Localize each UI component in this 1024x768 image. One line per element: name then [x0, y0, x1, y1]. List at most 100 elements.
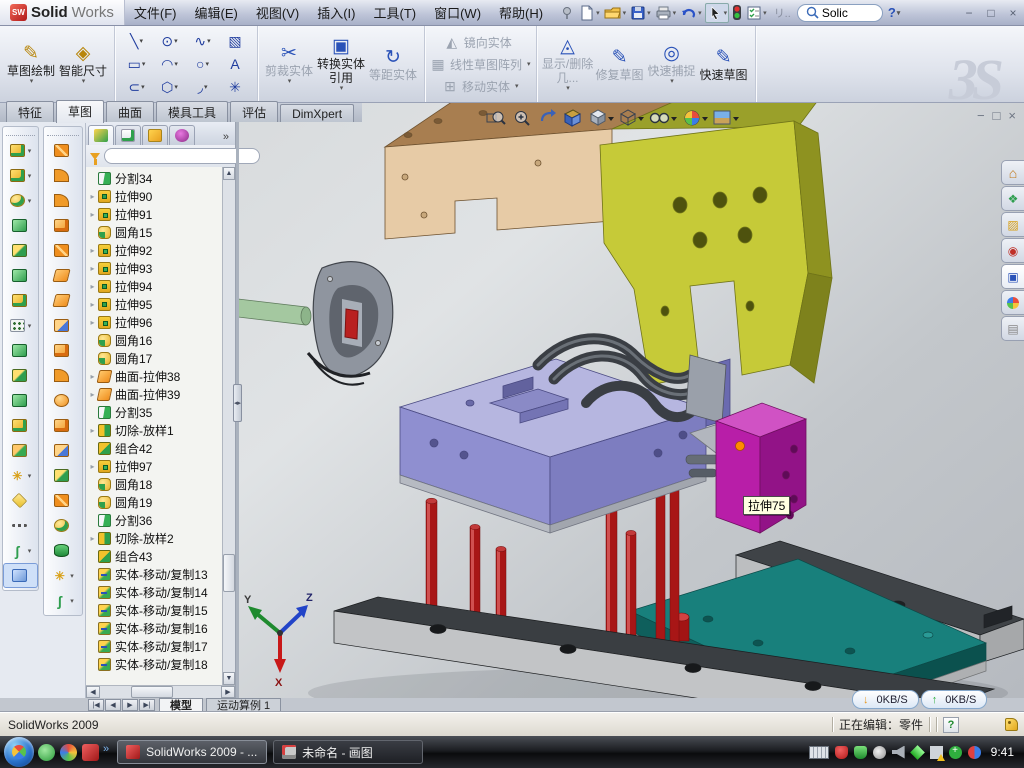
appearances-scenes[interactable] [1001, 290, 1024, 315]
doc-minimize-button[interactable]: − [977, 108, 985, 123]
pin-icon[interactable] [558, 3, 576, 23]
dimxpertmanager[interactable] [169, 125, 195, 145]
command-tab[interactable]: 评估 [230, 101, 278, 122]
close-button[interactable]: × [1002, 4, 1024, 22]
ribbon-button[interactable]: ✂ 剪裁实体 ▾ [263, 42, 315, 86]
propertymanager[interactable] [115, 125, 141, 145]
parting-surface[interactable] [44, 288, 82, 313]
expand-arrow-icon[interactable]: ▸ [87, 192, 98, 201]
quick-launch-chevron[interactable]: » [103, 743, 109, 755]
command-tab[interactable]: DimXpert [280, 104, 354, 122]
new-document-icon[interactable]: ▾ [578, 3, 601, 23]
spline-tool[interactable]: ∿ ▾ [186, 33, 219, 50]
tooling-split[interactable] [44, 313, 82, 338]
extend-surface[interactable] [44, 213, 82, 238]
zoom-to-area-icon[interactable] [516, 112, 530, 126]
menu-item[interactable]: 窗口(W) [425, 0, 490, 25]
filled-surface[interactable] [44, 238, 82, 263]
doc-close-button[interactable]: × [1008, 108, 1016, 123]
line-tool[interactable]: ╲ ▾ [120, 33, 153, 50]
yellow-bracket[interactable] [600, 103, 832, 385]
arc-tool[interactable]: ◠ ▾ [153, 56, 186, 73]
polygon-tool[interactable]: ⬡ ▾ [153, 79, 186, 96]
tree-item[interactable]: ▸ 拉伸96 [87, 313, 235, 331]
expand-arrow-icon[interactable]: ▸ [87, 246, 98, 255]
more-tabs-chevron[interactable]: » [219, 131, 233, 145]
measure[interactable] [3, 563, 38, 588]
draft[interactable] [3, 288, 38, 313]
tree-item[interactable]: 分割36 [87, 511, 235, 529]
ribbon-button[interactable]: ▣ 转换实体引用 ▾ [315, 35, 367, 93]
ribbon-button[interactable]: ⊞ 移动实体 ▾ [442, 76, 519, 96]
tree-item[interactable]: ▸ 拉伸93 [87, 259, 235, 277]
tree-item[interactable]: ▸ 拉伸92 [87, 241, 235, 259]
open-folder-icon[interactable]: ▾ [603, 3, 628, 23]
mirror[interactable] [3, 388, 38, 413]
search-input[interactable] [822, 6, 874, 20]
draft-analysis[interactable] [44, 488, 82, 513]
tree-item[interactable]: 实体-移动/复制17 [87, 637, 235, 655]
tree-item[interactable]: 组合43 [87, 547, 235, 565]
expand-arrow-icon[interactable]: ▸ [87, 318, 98, 327]
tree-item[interactable]: 圆角18 [87, 475, 235, 493]
print-icon[interactable]: ▾ [654, 3, 678, 23]
tree-item[interactable]: 实体-移动/复制15 [87, 601, 235, 619]
select-cursor-icon[interactable]: ▾ [705, 3, 730, 23]
green-tube[interactable] [238, 299, 311, 325]
custom-properties[interactable] [1001, 316, 1024, 341]
scanner-icon[interactable] [873, 746, 886, 759]
solidworks-search[interactable] [1001, 238, 1024, 263]
doc-restore-button[interactable]: □ [993, 108, 1001, 123]
tree-item[interactable]: 圆角17 [87, 349, 235, 367]
planar-surface[interactable] [44, 263, 82, 288]
start-button[interactable] [4, 737, 34, 767]
core[interactable] [44, 338, 82, 363]
tree-item[interactable]: 实体-移动/复制16 [87, 619, 235, 637]
graphics-viewport[interactable]: Y Z X − □ × 拉伸75 [238, 103, 1024, 698]
reference-axis[interactable] [3, 513, 38, 538]
input-keyboard-icon[interactable] [809, 746, 829, 759]
apply-scene-icon[interactable] [714, 111, 739, 124]
expand-arrow-icon[interactable]: ▸ [87, 300, 98, 309]
scroll-down-button[interactable]: ▼ [223, 672, 235, 685]
taskbar-task-button[interactable]: SolidWorks 2009 - ... [117, 740, 267, 764]
help-button[interactable]: ?▾ [885, 3, 903, 23]
next[interactable]: ▶ [122, 699, 138, 711]
quick-launch-browser[interactable] [60, 744, 77, 761]
tree-item[interactable]: ▸ 拉伸91 [87, 205, 235, 223]
solidworks-resources[interactable] [1001, 160, 1024, 185]
point-tool[interactable]: ✳ [219, 79, 252, 96]
ribbon-button[interactable]: ▦ 线性草图阵列 ▾ [430, 54, 531, 74]
linear-pattern[interactable]: ▾ [3, 313, 38, 338]
fillet[interactable]: ▾ [3, 188, 38, 213]
tree-item[interactable]: ▸ 曲面-拉伸39 [87, 385, 235, 403]
text-tool[interactable]: A [219, 56, 252, 72]
restore-button[interactable]: □ [980, 4, 1002, 22]
tree-vertical-scrollbar[interactable]: ▲ ▼ [222, 167, 235, 685]
tree-item[interactable]: 实体-移动/复制14 [87, 583, 235, 601]
section-view-icon[interactable] [565, 110, 580, 126]
extruded-cut[interactable]: ▾ [3, 163, 38, 188]
view-palette[interactable] [1001, 264, 1024, 289]
tree-item[interactable]: ▸ 拉伸90 [87, 187, 235, 205]
expand-arrow-icon[interactable]: ▸ [87, 282, 98, 291]
previous[interactable]: ◀ [105, 699, 121, 711]
menu-item[interactable]: 文件(F) [125, 0, 186, 25]
last[interactable]: ▶| [139, 699, 155, 711]
menu-item[interactable]: 视图(V) [247, 0, 308, 25]
swept-boss[interactable] [3, 213, 38, 238]
hide-show-items-icon[interactable] [651, 114, 678, 123]
panel-splitter[interactable]: ◂▸ [236, 122, 239, 698]
menu-item[interactable]: 工具(T) [364, 0, 425, 25]
network-warning-icon[interactable] [930, 746, 943, 759]
tree-item[interactable]: 圆角16 [87, 331, 235, 349]
reference-geometry[interactable]: ✳ ▾ [44, 563, 82, 588]
tree-item[interactable]: ▸ 曲面-拉伸38 [87, 367, 235, 385]
minimize-button[interactable]: − [958, 4, 980, 22]
first[interactable]: |◀ [88, 699, 104, 711]
parting-line[interactable] [44, 138, 82, 163]
tree-item[interactable]: ▸ 切除-放样2 [87, 529, 235, 547]
shell[interactable] [3, 363, 38, 388]
configurationmanager[interactable] [142, 125, 168, 145]
reference-point[interactable]: ✳ ▾ [3, 463, 38, 488]
